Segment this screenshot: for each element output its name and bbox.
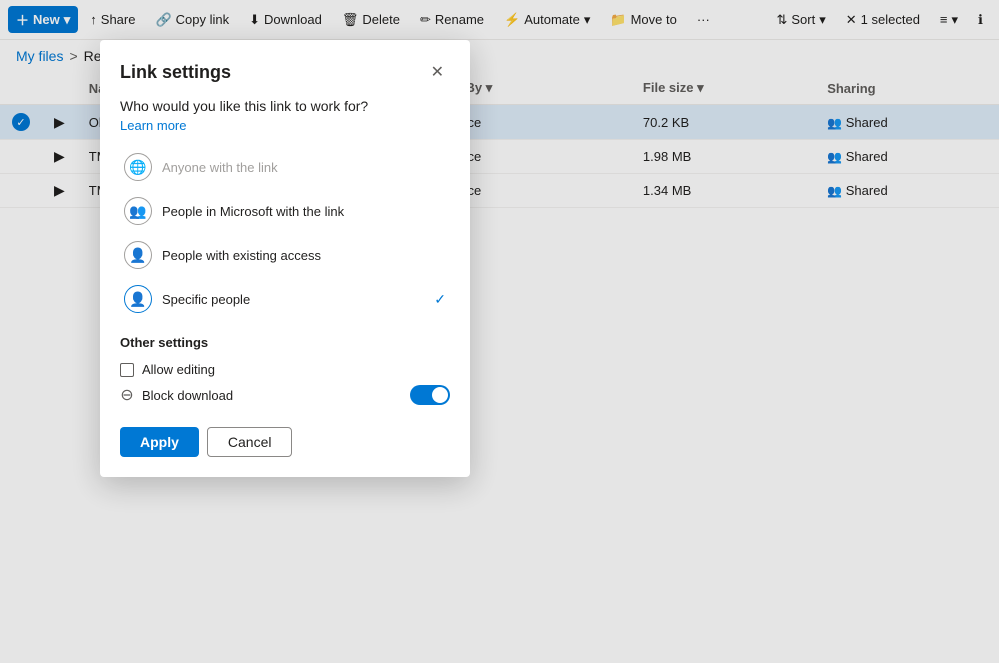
link-option-anyone: 🌐 Anyone with the link [120, 145, 450, 189]
block-download-toggle[interactable] [410, 385, 450, 405]
link-option-label-anyone: Anyone with the link [162, 160, 278, 175]
allow-editing-checkbox[interactable] [120, 363, 134, 377]
toggle-knob [432, 387, 448, 403]
link-option-checkmark: ✓ [434, 291, 446, 308]
cancel-button[interactable]: Cancel [207, 427, 293, 457]
block-download-icon: ⊖ [120, 385, 134, 405]
link-option-label-microsoft: People in Microsoft with the link [162, 204, 344, 219]
learn-more-link[interactable]: Learn more [120, 118, 450, 133]
link-settings-dialog: Link settings ✕ Who would you like this … [100, 40, 470, 477]
allow-editing-row: Allow editing [120, 358, 450, 381]
block-download-label: Block download [142, 388, 233, 403]
link-option-existing[interactable]: 👤 People with existing access [120, 233, 450, 277]
dialog-close-button[interactable]: ✕ [425, 60, 450, 84]
link-option-icon-specific: 👤 [124, 285, 152, 313]
link-option-label-existing: People with existing access [162, 248, 321, 263]
link-option-microsoft[interactable]: 👥 People in Microsoft with the link [120, 189, 450, 233]
other-settings-heading: Other settings [120, 335, 450, 350]
apply-button[interactable]: Apply [120, 427, 199, 457]
link-option-icon-microsoft: 👥 [124, 197, 152, 225]
dialog-title: Link settings [120, 62, 231, 83]
link-option-specific[interactable]: 👤 Specific people ✓ [120, 277, 450, 321]
dialog-header: Link settings ✕ [120, 60, 450, 84]
link-options-list: 🌐 Anyone with the link 👥 People in Micro… [120, 145, 450, 321]
dialog-question: Who would you like this link to work for… [120, 98, 450, 114]
link-option-icon-anyone: 🌐 [124, 153, 152, 181]
link-option-label-specific: Specific people [162, 292, 250, 307]
allow-editing-label: Allow editing [142, 362, 215, 377]
link-option-icon-existing: 👤 [124, 241, 152, 269]
dialog-actions: Apply Cancel [120, 427, 450, 457]
block-download-row: ⊖ Block download [120, 381, 450, 409]
